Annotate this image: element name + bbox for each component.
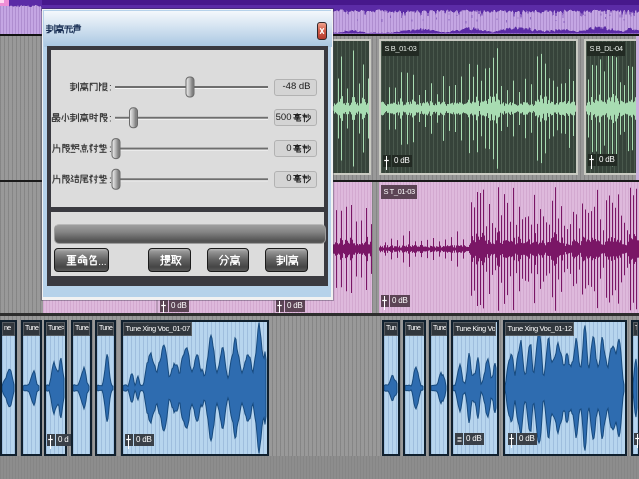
svg-text::: : [109,83,112,94]
svg-text::: : [109,144,112,155]
svg-text::: : [109,113,112,124]
svg-text:...: ... [98,257,106,268]
svg-text::: : [109,175,112,186]
